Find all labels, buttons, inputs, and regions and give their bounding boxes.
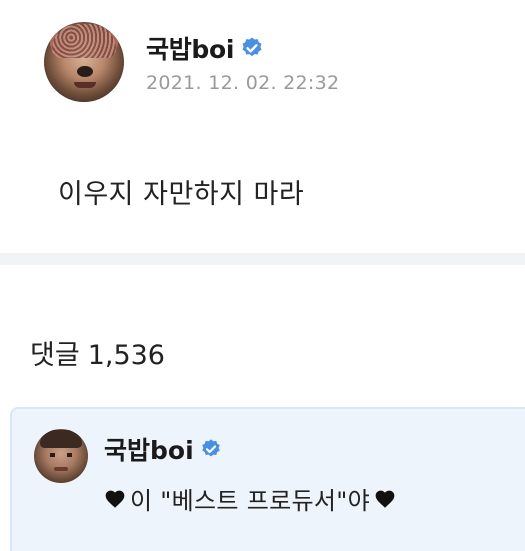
author-avatar[interactable] [44,22,124,102]
avatar-hair [52,24,116,58]
avatar-eyes [50,453,72,457]
post-timestamp: 2021. 12. 02. 22:32 [146,72,340,94]
post-header: 국밥boi 2021. 12. 02. 22:32 [44,22,339,102]
black-heart-icon [105,490,125,508]
comment-text: 이 "베스트 프로듀서"야 [104,481,396,516]
avatar-mouth [54,467,68,471]
verified-badge-icon [201,439,220,457]
post-body-text: 이우지 자만하지 마라 [58,179,305,210]
author-name[interactable]: 국밥boi [146,30,234,66]
comment-author-name[interactable]: 국밥boi [104,431,194,467]
comment-item[interactable]: 국밥boi 이 "베스트 프로듀서"야 [10,407,525,551]
comment-count-number: 1,536 [87,340,165,371]
avatar-mouth [74,82,96,88]
post-detail-screen: 국밥boi 2021. 12. 02. 22:32 이우지 자만하지 마라 댓글… [0,0,525,551]
section-divider [0,253,525,265]
author-name-row: 국밥boi [146,30,339,66]
comment-count-label: 댓글 [30,340,80,371]
comment-author-row: 국밥boi [104,431,222,467]
avatar-filter-nose [77,66,93,77]
avatar-hair [40,430,82,448]
comment-author-avatar[interactable] [34,429,88,483]
comment-message: 이 "베스트 프로듀서"야 [130,487,370,515]
black-heart-icon [375,490,395,508]
author-info: 국밥boi 2021. 12. 02. 22:32 [146,30,339,94]
verified-badge-icon [242,37,262,57]
comment-count: 댓글 1,536 [30,333,165,372]
